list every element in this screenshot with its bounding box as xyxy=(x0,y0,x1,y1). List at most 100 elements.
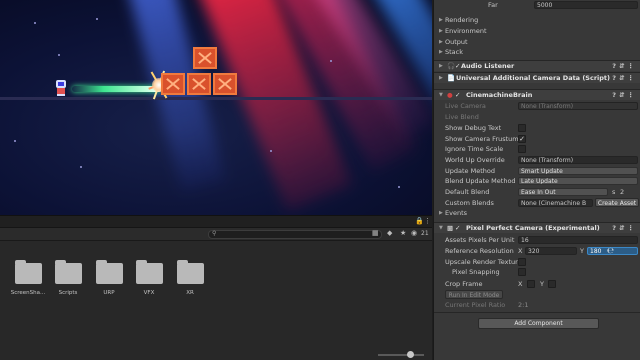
text-cursor-icon: ℮ xyxy=(607,246,614,255)
world-up-override-row: World Up Override None (Transform) xyxy=(434,155,640,165)
update-method-dropdown[interactable]: Smart Update xyxy=(518,167,638,175)
world-up-override-field[interactable]: None (Transform) xyxy=(518,156,638,164)
section-label: Output xyxy=(445,38,468,46)
search-input[interactable]: ⚲ xyxy=(208,230,382,239)
component-menu-icons[interactable]: ?⇵⋮ xyxy=(612,61,637,72)
filter-type-icon[interactable]: ▦ xyxy=(372,229,379,237)
default-blend-dropdown[interactable]: Ease In Out xyxy=(518,188,608,196)
chevron-right-icon: ▶ xyxy=(439,63,443,69)
folder-label: URP xyxy=(103,290,115,296)
camera-icon: ▩ xyxy=(447,224,454,232)
component-header-pixel-perfect-camera[interactable]: ▼ ▩ ✓ Pixel Perfect Camera (Experimental… xyxy=(434,222,640,233)
crate xyxy=(161,73,185,95)
folder-icon xyxy=(176,260,204,284)
folder-icon xyxy=(95,260,123,284)
assets-ppu-label: Assets Pixels Per Unit xyxy=(445,236,515,244)
live-camera-row: Live Camera None (Transform) xyxy=(434,101,640,111)
folder-screenshots[interactable]: ScreenSha... xyxy=(8,260,48,296)
label-tag-icon[interactable]: ◆ xyxy=(387,229,392,237)
upscale-rt-row: Upscale Render Texture xyxy=(434,257,640,267)
more-menu-icon[interactable]: ⋮ xyxy=(424,217,431,225)
star xyxy=(398,186,400,188)
star xyxy=(96,18,98,20)
events-label: Events xyxy=(445,209,468,217)
chevron-down-icon: ▼ xyxy=(439,225,443,231)
hidden-packages-icon[interactable]: ◉ xyxy=(411,229,417,237)
current-pixel-ratio-value: 2:1 xyxy=(518,301,529,309)
upscale-rt-label: Upscale Render Texture xyxy=(445,258,522,266)
packages-count: 21 xyxy=(421,230,429,237)
update-method-row: Update Method Smart Update xyxy=(434,166,640,176)
light-beam-blue xyxy=(120,0,226,192)
default-blend-seconds-field[interactable]: 2 xyxy=(620,187,624,197)
custom-blends-field[interactable]: None (Cinemachine B xyxy=(518,199,593,207)
game-view[interactable] xyxy=(0,0,432,215)
section-stack[interactable]: ▶ Stack xyxy=(434,47,640,57)
crop-y-label: Y xyxy=(540,280,544,288)
section-label: Environment xyxy=(445,27,487,35)
upscale-rt-checkbox[interactable] xyxy=(518,258,526,266)
current-pixel-ratio-row: Current Pixel Ratio 2:1 xyxy=(434,300,640,310)
show-debug-text-checkbox[interactable] xyxy=(518,124,526,132)
folder-icon xyxy=(135,260,163,284)
live-camera-field: None (Transform) xyxy=(518,102,638,110)
folder-scripts[interactable]: Scripts xyxy=(48,260,88,296)
component-menu-icons[interactable]: ?⇵⋮ xyxy=(612,73,637,84)
folder-xr[interactable]: XR xyxy=(170,260,210,296)
crop-y-checkbox[interactable] xyxy=(548,280,556,288)
star xyxy=(80,166,82,168)
show-camera-frustum-checkbox[interactable]: ✓ xyxy=(518,135,526,143)
add-component-button[interactable]: Add Component xyxy=(478,318,599,329)
chevron-right-icon: ▶ xyxy=(439,28,443,34)
crop-x-checkbox[interactable] xyxy=(527,280,535,288)
ref-res-x-field[interactable]: 320 xyxy=(525,247,577,255)
blend-update-method-dropdown[interactable]: Late Update xyxy=(518,177,638,185)
create-asset-button[interactable]: Create Asset xyxy=(595,198,639,207)
star xyxy=(34,22,36,24)
events-row[interactable]: ▶ Events xyxy=(434,208,640,218)
chevron-down-icon: ▼ xyxy=(439,92,443,98)
custom-blends-row: Custom Blends None (Cinemachine B Create… xyxy=(434,198,640,208)
component-header-additional-camera-data[interactable]: ▶ 📄 Universal Additional Camera Data (Sc… xyxy=(434,72,640,83)
folder-icon xyxy=(14,260,42,284)
far-row: Far 5000 xyxy=(434,0,640,10)
ref-res-x-label: X xyxy=(518,247,523,255)
component-title: Pixel Perfect Camera (Experimental) xyxy=(466,224,600,232)
folder-label: Scripts xyxy=(58,290,78,296)
component-title: Universal Additional Camera Data (Script… xyxy=(456,74,611,82)
pixel-snapping-checkbox[interactable] xyxy=(518,268,526,276)
section-environment[interactable]: ▶ Environment xyxy=(434,26,640,36)
icon-size-slider-handle[interactable] xyxy=(407,351,414,358)
folder-icon xyxy=(54,260,82,284)
far-label: Far xyxy=(488,1,498,9)
current-pixel-ratio-label: Current Pixel Ratio xyxy=(445,301,506,309)
star xyxy=(330,60,332,62)
project-tab-bar: 🔒 ⋮ xyxy=(0,216,432,228)
folder-vfx[interactable]: VFX xyxy=(129,260,169,296)
ground-line xyxy=(0,97,432,100)
ignore-time-scale-checkbox[interactable] xyxy=(518,145,526,153)
component-menu-icons[interactable]: ?⇵⋮ xyxy=(612,90,637,101)
assets-ppu-field[interactable]: 16 xyxy=(518,236,638,244)
cinemachine-icon: ● xyxy=(447,91,453,99)
component-header-audio-listener[interactable]: ▶ 🎧 ✓ Audio Listener ?⇵⋮ xyxy=(434,60,640,71)
section-rendering[interactable]: ▶ Rendering xyxy=(434,15,640,25)
section-output[interactable]: ▶ Output xyxy=(434,37,640,47)
blend-update-method-row: Blend Update Method Late Update xyxy=(434,176,640,186)
enabled-checkbox[interactable]: ✓ xyxy=(455,223,460,234)
component-menu-icons[interactable]: ?⇵⋮ xyxy=(612,223,637,234)
crop-x-label: X xyxy=(518,280,523,288)
star xyxy=(14,140,16,142)
lock-icon[interactable]: 🔒 xyxy=(415,217,424,225)
far-field[interactable]: 5000 xyxy=(534,1,638,9)
section-label: Rendering xyxy=(445,16,479,24)
enabled-checkbox[interactable]: ✓ xyxy=(455,61,460,72)
show-debug-text-label: Show Debug Text xyxy=(445,124,502,132)
icon-size-slider[interactable] xyxy=(378,354,424,356)
headphones-icon: 🎧 xyxy=(447,62,456,70)
favorite-star-icon[interactable]: ★ xyxy=(400,229,406,237)
enabled-checkbox[interactable]: ✓ xyxy=(455,90,460,101)
folder-label: XR xyxy=(186,290,194,296)
component-header-cinemachine-brain[interactable]: ▼ ● ✓ CinemachineBrain ?⇵⋮ xyxy=(434,89,640,100)
folder-urp[interactable]: URP xyxy=(89,260,129,296)
